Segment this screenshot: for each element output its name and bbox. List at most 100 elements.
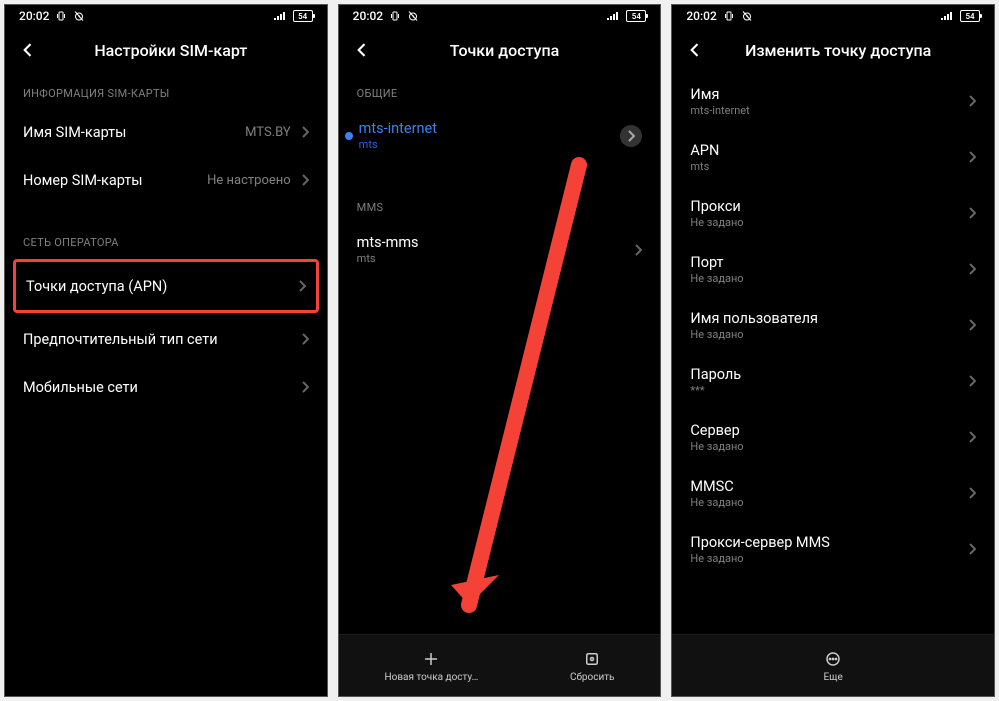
chevron-right-icon [968, 487, 976, 499]
signal-icon [606, 11, 620, 21]
vibrate-icon [723, 10, 735, 22]
value: MTS.BY [245, 125, 291, 140]
sublabel: Не задано [690, 216, 968, 229]
bottom-bar: Еще [672, 634, 994, 696]
reset-button[interactable]: Сбросить [570, 649, 615, 683]
row-mts-mms[interactable]: mts-mms mts [339, 222, 661, 277]
status-bar: 20:02 54 [339, 5, 661, 27]
header: Настройки SIM-карт [5, 27, 327, 73]
sublabel: Не задано [690, 496, 968, 509]
section-header-operator: СЕТЬ ОПЕРАТОРА [5, 222, 327, 257]
chevron-right-icon [968, 207, 976, 219]
label: Сервер [690, 422, 968, 439]
label: MMSC [690, 478, 968, 495]
label: mts-internet [359, 120, 621, 137]
label: Пароль [690, 366, 968, 383]
chevron-right-icon [301, 333, 309, 345]
apn-field-row[interactable]: Имя пользователяНе задано [672, 297, 994, 353]
label: Сбросить [570, 672, 615, 683]
section-header-mms: MMS [339, 187, 661, 222]
signal-icon [273, 11, 287, 21]
apn-field-row[interactable]: MMSCНе задано [672, 465, 994, 521]
vibrate-icon [389, 10, 401, 22]
apn-field-row[interactable]: Имяmts-internet [672, 73, 994, 129]
row-mobile-networks[interactable]: Мобильные сети [5, 363, 327, 411]
alarm-off-icon [73, 10, 85, 22]
highlight-apn: Точки доступа (APN) [13, 259, 319, 313]
label: Новая точка досту… [385, 672, 479, 683]
radio-selected-icon [345, 132, 353, 140]
label: Предпочтительный тип сети [23, 331, 301, 348]
new-apn-button[interactable]: Новая точка досту… [385, 649, 479, 683]
back-button[interactable] [682, 37, 708, 63]
chevron-right-icon [968, 95, 976, 107]
chevron-right-icon [301, 381, 309, 393]
section-header-sim-info: ИНФОРМАЦИЯ SIM-КАРТЫ [5, 73, 327, 108]
chevron-right-icon [968, 543, 976, 555]
sublabel: *** [690, 384, 968, 397]
sublabel: mts [690, 160, 968, 173]
apn-field-row[interactable]: СерверНе задано [672, 409, 994, 465]
battery-indicator: 54 [293, 10, 313, 22]
chevron-right-icon [301, 126, 309, 138]
sublabel: Не задано [690, 328, 968, 341]
chevron-right-icon [968, 431, 976, 443]
back-button[interactable] [15, 37, 41, 63]
reset-icon [582, 649, 602, 669]
value: Не настроено [207, 173, 291, 188]
chevron-right-icon [968, 263, 976, 275]
apn-field-row[interactable]: Пароль*** [672, 353, 994, 409]
screen-sim-settings: 20:02 54 Настройки SIM-карт ИНФОРМАЦИЯ S… [4, 4, 328, 697]
apn-field-row[interactable]: APNmts [672, 129, 994, 185]
label: Точки доступа (APN) [26, 278, 298, 295]
label: mts-mms [357, 234, 635, 251]
label: Еще [824, 672, 843, 683]
row-mts-internet[interactable]: mts-internet mts [339, 108, 661, 163]
screen-edit-apn: 20:02 54 Изменить точку доступа Имяmts-i… [671, 4, 995, 697]
apn-field-row[interactable]: Прокси-сервер MMSНе задано [672, 521, 994, 577]
label: Имя пользователя [690, 310, 968, 327]
apn-field-row[interactable]: ПроксиНе задано [672, 185, 994, 241]
alarm-off-icon [407, 10, 419, 22]
chevron-right-icon [968, 151, 976, 163]
status-time: 20:02 [686, 9, 716, 23]
more-icon [823, 649, 843, 669]
status-bar: 20:02 54 [672, 5, 994, 27]
sublabel: Не задано [690, 552, 968, 565]
chevron-right-icon [634, 244, 642, 256]
sublabel: Не задано [690, 440, 968, 453]
more-button[interactable]: Еще [823, 649, 843, 683]
page-title: Точки доступа [385, 41, 651, 60]
label: APN [690, 142, 968, 159]
sublabel: mts-internet [690, 104, 968, 117]
row-sim-number[interactable]: Номер SIM-карты Не настроено [5, 156, 327, 204]
battery-indicator: 54 [626, 10, 646, 22]
label: Порт [690, 254, 968, 271]
page-title: Изменить точку доступа [718, 41, 984, 60]
label: Мобильные сети [23, 379, 301, 396]
section-header-general: ОБЩИЕ [339, 73, 661, 108]
signal-icon [940, 11, 954, 21]
chevron-right-icon[interactable] [620, 125, 642, 147]
screen-access-points: 20:02 54 Точки доступа ОБЩИЕ mts-interne… [338, 4, 662, 697]
header: Изменить точку доступа [672, 27, 994, 73]
status-time: 20:02 [353, 9, 383, 23]
vibrate-icon [55, 10, 67, 22]
back-button[interactable] [349, 37, 375, 63]
chevron-right-icon [301, 174, 309, 186]
row-apn[interactable]: Точки доступа (APN) [16, 262, 316, 310]
label: Прокси [690, 198, 968, 215]
row-sim-name[interactable]: Имя SIM-карты MTS.BY [5, 108, 327, 156]
status-bar: 20:02 54 [5, 5, 327, 27]
row-preferred-network[interactable]: Предпочтительный тип сети [5, 315, 327, 363]
alarm-off-icon [741, 10, 753, 22]
bottom-bar: Новая точка досту… Сбросить [339, 634, 661, 696]
sublabel: mts [357, 252, 635, 265]
sublabel: mts [359, 138, 621, 151]
battery-indicator: 54 [960, 10, 980, 22]
apn-field-row[interactable]: ПортНе задано [672, 241, 994, 297]
chevron-right-icon [968, 319, 976, 331]
label: Имя SIM-карты [23, 124, 245, 141]
chevron-right-icon [298, 280, 306, 292]
header: Точки доступа [339, 27, 661, 73]
